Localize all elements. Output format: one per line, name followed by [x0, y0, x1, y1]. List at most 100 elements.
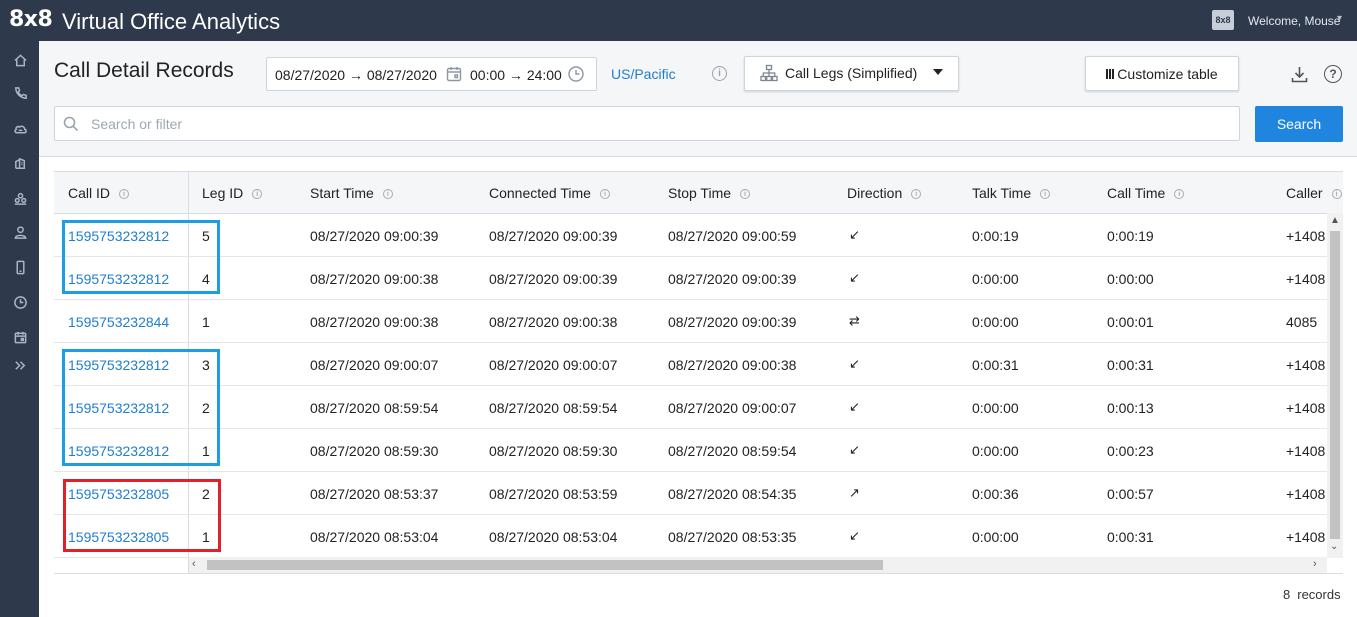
call-id-link[interactable]: 1595753232812 — [68, 228, 169, 244]
search-input[interactable] — [91, 114, 1191, 134]
view-select[interactable]: Call Legs (Simplified) — [744, 56, 959, 91]
call-id-link[interactable]: 1595753232805 — [68, 486, 169, 502]
column-header-call-time[interactable]: Call Time i — [1107, 185, 1185, 201]
info-icon[interactable]: i — [712, 66, 727, 81]
table-row[interactable]: 1595753232812 3 08/27/2020 09:00:07 08/27/2… — [54, 343, 1327, 386]
table-row[interactable]: 1595753232812 2 08/27/2020 08:59:54 08/27/2… — [54, 386, 1327, 429]
clock-icon[interactable] — [567, 65, 585, 86]
customize-table-button[interactable]: Customize table — [1085, 56, 1239, 91]
info-icon[interactable]: i — [911, 189, 922, 199]
direction-icon: ↙ — [849, 270, 860, 285]
home-icon[interactable] — [12, 52, 28, 68]
stop-time-cell: 08/27/2020 09:00:07 — [668, 400, 797, 416]
timezone-link[interactable]: US/Pacific — [611, 66, 676, 82]
call-time-cell: 0:00:23 — [1107, 443, 1154, 459]
leg-id-cell: 1 — [202, 529, 210, 545]
phone-icon[interactable] — [12, 85, 28, 101]
search-icon — [63, 116, 79, 137]
user-menu[interactable]: Welcome, Mouse — [1248, 14, 1340, 28]
scroll-up-icon[interactable]: ▲ — [1330, 215, 1340, 226]
start-time-cell: 08/27/2020 08:59:30 — [310, 443, 439, 459]
talk-time-cell: 0:00:00 — [972, 400, 1019, 416]
call-id-link[interactable]: 1595753232812 — [68, 357, 169, 373]
info-icon[interactable]: i — [252, 189, 263, 199]
date-range[interactable]: 08/27/2020 → 08/27/2020 — [275, 67, 437, 83]
direction-icon: ↙ — [849, 227, 860, 242]
date-time-range-picker[interactable]: 08/27/2020 → 08/27/2020 00:00 → 24:00 — [266, 57, 597, 91]
calendar-icon[interactable] — [12, 329, 28, 345]
start-time-cell: 08/27/2020 08:53:04 — [310, 529, 439, 545]
brand-logo[interactable]: 8x8 — [9, 7, 53, 32]
cloud-icon[interactable] — [12, 120, 28, 136]
talk-time-cell: 0:00:00 — [972, 443, 1019, 459]
talk-time-cell: 0:00:00 — [972, 314, 1019, 330]
talk-time-cell: 0:00:00 — [972, 271, 1019, 287]
avatar[interactable]: 8x8 — [1212, 10, 1234, 30]
scroll-down-icon[interactable]: ⌄ — [1330, 541, 1338, 552]
call-id-link[interactable]: 1595753232844 — [68, 314, 169, 330]
column-header-stop-time[interactable]: Stop Time i — [668, 185, 751, 201]
column-header-direction[interactable]: Direction i — [847, 185, 922, 201]
call-time-cell: 0:00:31 — [1107, 529, 1154, 545]
talk-time-cell: 0:00:19 — [972, 228, 1019, 244]
call-id-link[interactable]: 1595753232812 — [68, 400, 169, 416]
columns-icon — [1106, 68, 1115, 79]
contact-center-icon[interactable] — [12, 155, 28, 171]
caller-cell: +1408 — [1286, 271, 1326, 287]
calendar-icon[interactable] — [445, 65, 463, 86]
scroll-left-icon[interactable]: ‹ — [192, 558, 196, 570]
scroll-right-icon[interactable]: › — [1313, 558, 1317, 570]
search-button[interactable]: Search — [1255, 106, 1343, 142]
call-id-link[interactable]: 1595753232812 — [68, 443, 169, 459]
leg-id-cell: 4 — [202, 271, 210, 287]
column-header-talk-time[interactable]: Talk Time i — [972, 185, 1051, 201]
info-icon[interactable]: i — [382, 189, 393, 199]
column-header-start-time[interactable]: Start Time i — [310, 185, 393, 201]
help-icon[interactable]: ? — [1324, 65, 1342, 83]
connected-time-cell: 08/27/2020 09:00:39 — [489, 228, 618, 244]
caller-cell: +1408 — [1286, 529, 1326, 545]
clock-icon[interactable] — [12, 294, 28, 310]
stop-time-cell: 08/27/2020 09:00:59 — [668, 228, 797, 244]
download-icon[interactable] — [1290, 65, 1309, 89]
caller-cell: +1408 — [1286, 400, 1326, 416]
table-row[interactable]: 1595753232812 5 08/27/2020 09:00:39 08/27/2… — [54, 214, 1327, 257]
info-icon[interactable]: i — [1331, 189, 1342, 199]
call-id-link[interactable]: 1595753232812 — [68, 271, 169, 287]
table-row[interactable]: 1595753232812 4 08/27/2020 09:00:38 08/27/2… — [54, 257, 1327, 300]
hierarchy-icon — [760, 64, 778, 85]
search-field[interactable] — [54, 106, 1240, 141]
user-icon[interactable] — [12, 224, 28, 240]
call-time-cell: 0:00:01 — [1107, 314, 1154, 330]
table-row[interactable]: 1595753232805 1 08/27/2020 08:53:04 08/27/2… — [54, 515, 1327, 558]
info-icon[interactable]: i — [1174, 189, 1185, 199]
time-range[interactable]: 00:00 → 24:00 — [470, 67, 562, 83]
column-header-call-id[interactable]: Call ID i — [68, 185, 130, 201]
stop-time-cell: 08/27/2020 09:00:39 — [668, 314, 797, 330]
table-row[interactable]: 1595753232844 1 08/27/2020 09:00:38 08/27/2… — [54, 300, 1327, 343]
call-id-link[interactable]: 1595753232805 — [68, 529, 169, 545]
cdr-table: Call ID i Leg ID i Start Time i Connected T… — [54, 171, 1343, 574]
table-row[interactable]: 1595753232805 2 08/27/2020 08:53:37 08/27/2… — [54, 472, 1327, 515]
caller-cell: +1408 — [1286, 443, 1326, 459]
info-icon[interactable]: i — [119, 189, 130, 199]
column-header-connected-time[interactable]: Connected Time i — [489, 185, 610, 201]
table-row[interactable]: 1595753232812 1 08/27/2020 08:59:30 08/27/2… — [54, 429, 1327, 472]
horizontal-scroll-thumb[interactable] — [207, 560, 883, 570]
mobile-icon[interactable] — [12, 259, 28, 275]
vertical-scrollbar[interactable]: ▲ ⌄ — [1327, 213, 1343, 558]
info-icon[interactable]: i — [599, 189, 610, 199]
expand-icon[interactable] — [12, 357, 28, 373]
info-icon[interactable]: i — [1040, 189, 1051, 199]
chevron-down-icon[interactable]: ▾ — [1337, 13, 1342, 24]
connected-time-cell: 08/27/2020 08:59:30 — [489, 443, 618, 459]
column-header-leg-id[interactable]: Leg ID i — [202, 185, 263, 201]
top-bar: 8x8 Virtual Office Analytics 8x8 Welcome… — [0, 0, 1357, 41]
start-time-cell: 08/27/2020 09:00:07 — [310, 357, 439, 373]
column-header-caller[interactable]: Caller i — [1286, 185, 1342, 201]
info-icon[interactable]: i — [740, 189, 751, 199]
leg-id-cell: 2 — [202, 400, 210, 416]
vertical-scroll-thumb[interactable] — [1330, 231, 1340, 539]
group-icon[interactable] — [12, 190, 28, 206]
horizontal-scrollbar[interactable]: ‹ › — [189, 557, 1327, 573]
